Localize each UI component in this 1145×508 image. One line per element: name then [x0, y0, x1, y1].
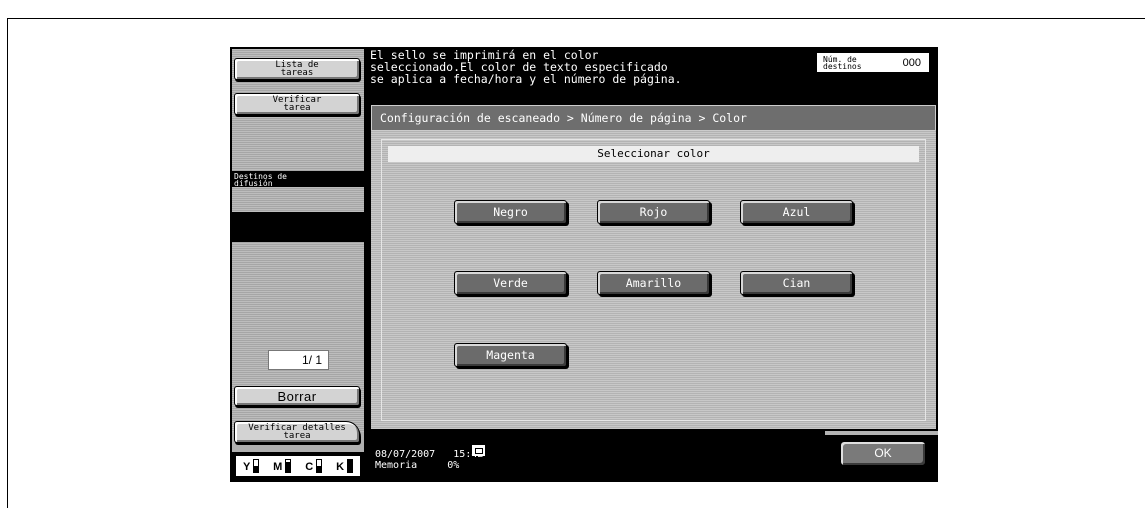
destinos-difusion-label: Destinos de difusión	[234, 172, 287, 188]
status-bar: 08/07/2007 15:42 Memoria 0% OK	[370, 431, 938, 482]
toner-k-bar	[347, 459, 354, 473]
breadcrumb: Configuración de escaneado > Número de p…	[371, 105, 936, 131]
left-panel: Lista de tareas Verificar tarea Destinos…	[230, 47, 366, 482]
destination-count-label-line-2: destinos	[823, 61, 862, 71]
toner-c-label: C	[305, 461, 314, 473]
control-panel-screen: Lista de tareas Verificar tarea Destinos…	[230, 47, 938, 482]
toner-y: Y	[242, 459, 260, 473]
verificar-tarea-label: Verificar tarea	[272, 95, 322, 113]
lista-tareas-button[interactable]: Lista de tareas	[234, 58, 360, 80]
verificar-detalles-label: Verificar detalles tarea	[248, 423, 346, 441]
color-azul-button[interactable]: Azul	[740, 200, 853, 224]
memory-label: Memoria	[375, 460, 418, 471]
borrar-button[interactable]: Borrar	[234, 386, 360, 406]
section-title: Seleccionar color	[388, 146, 919, 162]
verificar-tarea-button[interactable]: Verificar tarea	[234, 93, 360, 115]
verificar-detalles-tarea-button[interactable]: Verificar detalles tarea	[234, 421, 360, 443]
toner-c-fill	[317, 466, 322, 472]
color-rojo-button[interactable]: Rojo	[597, 200, 710, 224]
color-verde-button[interactable]: Verde	[454, 271, 567, 295]
toner-k: K	[336, 459, 354, 473]
toner-m-bar	[285, 459, 292, 473]
document-frame-left	[7, 18, 8, 508]
toner-y-bar	[253, 459, 260, 473]
message-area: El sello se imprimirá en el color selecc…	[370, 49, 830, 85]
color-magenta-button[interactable]: Magenta	[454, 343, 567, 367]
destination-count-value: 000	[902, 56, 921, 69]
destination-count-box: Núm. de destinos 000	[816, 52, 930, 73]
toner-m: M	[273, 459, 292, 473]
toner-y-fill	[254, 466, 259, 472]
toner-y-label: Y	[242, 461, 251, 473]
page-counter: 1/ 1	[268, 350, 329, 370]
status-date: 08/07/2007	[375, 449, 436, 460]
toner-k-fill	[348, 460, 353, 472]
toner-c: C	[305, 459, 323, 473]
toner-c-bar	[316, 459, 323, 473]
destinos-difusion-tab[interactable]: Destinos de difusión	[232, 171, 364, 188]
toner-k-label: K	[336, 461, 345, 473]
panel-notch	[825, 431, 938, 435]
memory-value: 0%	[447, 460, 460, 471]
main-area: Seleccionar color Negro Rojo Azul Verde …	[371, 131, 936, 429]
color-negro-button[interactable]: Negro	[454, 200, 567, 224]
datetime-memory: 08/07/2007 15:42 Memoria 0%	[375, 449, 483, 471]
date-time-line: 08/07/2007 15:42	[375, 449, 483, 460]
toner-m-label: M	[273, 461, 283, 473]
toner-levels: Y M C K	[236, 456, 360, 476]
lista-tareas-label: Lista de tareas	[275, 60, 319, 78]
document-frame-top	[7, 18, 1145, 19]
color-amarillo-button[interactable]: Amarillo	[597, 271, 710, 295]
network-icon	[472, 445, 485, 456]
message-line-3: se aplica a fecha/hora y el número de pá…	[370, 72, 682, 86]
ok-button[interactable]: OK	[840, 441, 926, 466]
toner-m-fill	[286, 462, 291, 472]
color-cian-button[interactable]: Cian	[740, 271, 853, 295]
memory-line: Memoria 0%	[375, 460, 483, 471]
destination-count-label: Núm. de destinos	[823, 55, 862, 71]
